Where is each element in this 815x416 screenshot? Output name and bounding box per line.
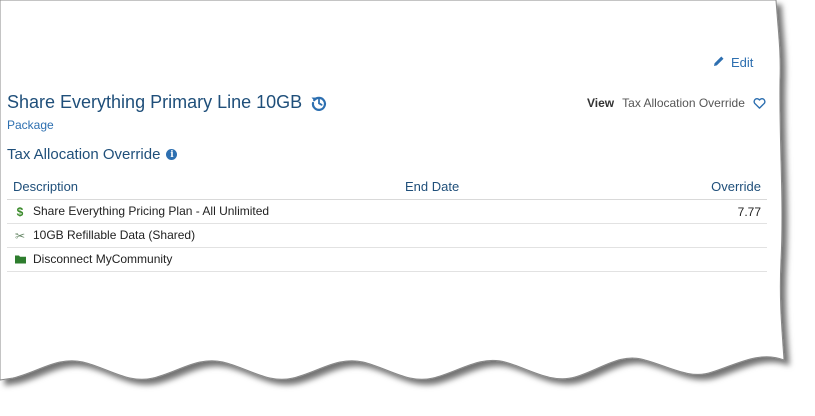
table-row[interactable]: ✂ 10GB Refillable Data (Shared)	[7, 223, 767, 248]
scissors-icon: ✂	[14, 229, 26, 243]
dollar-icon: $	[16, 205, 24, 219]
description-cell: ✂ 10GB Refillable Data (Shared)	[7, 223, 399, 248]
view-selector[interactable]: View Tax Allocation Override	[587, 96, 766, 110]
page-title: Share Everything Primary Line 10GB	[7, 92, 303, 112]
detail-panel: Edit Share Everything Primary Line 10GB …	[0, 0, 790, 416]
table-row[interactable]: $ Share Everything Pricing Plan - All Unl…	[7, 199, 767, 224]
view-value: Tax Allocation Override	[622, 96, 745, 110]
table-row[interactable]: Disconnect MyCommunity	[7, 247, 767, 272]
pencil-icon	[713, 55, 725, 70]
section-title-label: Tax Allocation Override	[7, 146, 161, 163]
row-description: 10GB Refillable Data (Shared)	[33, 228, 196, 242]
edit-button[interactable]: Edit	[713, 55, 753, 70]
view-label: View	[587, 96, 615, 110]
override-cell: 7.77	[611, 199, 767, 224]
end-date-cell	[399, 223, 611, 248]
override-cell	[611, 247, 767, 272]
info-icon[interactable]: i	[166, 149, 178, 160]
folder-icon	[13, 253, 27, 267]
edit-label: Edit	[731, 55, 754, 70]
section-title: Tax Allocation Override i	[7, 146, 178, 163]
description-cell: $ Share Everything Pricing Plan - All Unl…	[7, 199, 399, 224]
override-cell	[611, 223, 767, 248]
description-cell: Disconnect MyCommunity	[7, 247, 399, 272]
history-icon[interactable]	[310, 94, 328, 112]
package-link[interactable]: Package	[7, 118, 54, 132]
table-header-row: Description End Date Override	[7, 174, 767, 200]
row-description: Share Everything Pricing Plan - All Unli…	[33, 204, 270, 218]
end-date-cell	[399, 199, 611, 224]
title-row: Share Everything Primary Line 10GB	[7, 92, 328, 113]
row-description: Disconnect MyCommunity	[33, 252, 173, 266]
column-header-description[interactable]: Description	[7, 174, 399, 200]
heart-icon[interactable]	[753, 97, 766, 110]
tax-allocation-table: Description End Date Override $ Share Eve…	[7, 174, 767, 272]
column-header-end-date[interactable]: End Date	[399, 174, 611, 200]
end-date-cell	[399, 247, 611, 272]
column-header-override[interactable]: Override	[611, 174, 767, 200]
